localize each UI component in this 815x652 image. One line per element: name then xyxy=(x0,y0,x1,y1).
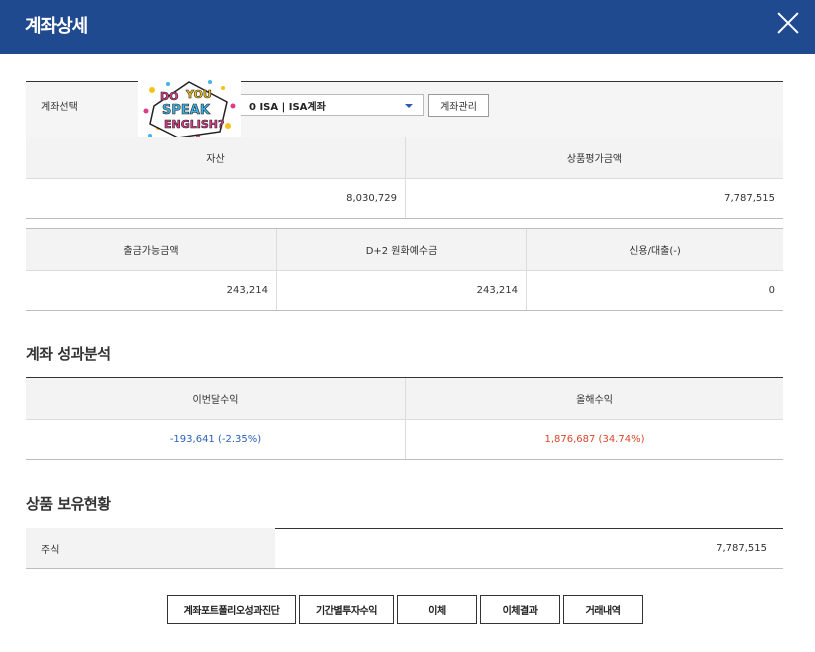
month-return-header: 이번달수익 xyxy=(26,378,405,419)
sticker-text-english: ENGLISH? xyxy=(164,118,224,131)
asset-summary-table: 자산 상품평가금액 8,030,729 7,787,515 xyxy=(26,137,783,219)
withdrawable-header: 출금가능금액 xyxy=(26,229,276,270)
transfer-button[interactable]: 이체 xyxy=(397,595,477,624)
sticker-image: DO YOU SPEAK ENGLISH? xyxy=(138,76,241,142)
deposit-header: D+2 원화예수금 xyxy=(276,229,526,270)
asset-value: 8,030,729 xyxy=(346,192,397,204)
holdings-stock-label: 주식 xyxy=(26,528,275,568)
holdings-stock-value: 7,787,515 xyxy=(275,528,783,568)
transfer-result-button[interactable]: 이체결과 xyxy=(480,595,560,624)
month-return-value: -193,641 (-2.35%) xyxy=(169,433,262,445)
chevron-down-icon xyxy=(405,104,413,108)
close-icon[interactable] xyxy=(776,11,800,35)
performance-table: 이번달수익 올해수익 -193,641 (-2.35%) 1,876,687 (… xyxy=(26,377,783,460)
period-return-button[interactable]: 기간별투자수익 xyxy=(299,595,394,624)
product-eval-header: 상품평가금액 xyxy=(405,137,783,178)
holdings-table: 주식 7,787,515 xyxy=(26,528,783,569)
credit-loan-header: 신용/대출(-) xyxy=(526,229,783,270)
cash-summary-table: 출금가능금액 D+2 원화예수금 신용/대출(-) 243,214 243,21… xyxy=(26,228,783,311)
performance-title: 계좌 성과분석 xyxy=(26,345,111,363)
sticker-text-speak: SPEAK xyxy=(162,103,211,118)
account-dropdown[interactable]: 0 ISA | ISA계좌 xyxy=(226,94,424,116)
credit-loan-value: 0 xyxy=(526,270,783,310)
deposit-value: 243,214 xyxy=(276,270,526,310)
account-dropdown-value: 0 ISA | ISA계좌 xyxy=(249,101,326,113)
action-button-bar: 계좌포트폴리오성과진단 기간별투자수익 이체 이체결과 거래내역 xyxy=(0,595,815,624)
sticker-text-you: YOU xyxy=(185,88,212,101)
year-return-value: 1,876,687 (34.74%) xyxy=(405,419,783,459)
modal-header: 계좌상세 xyxy=(0,0,815,54)
transaction-history-button[interactable]: 거래내역 xyxy=(563,595,643,624)
product-eval-value: 7,787,515 xyxy=(405,178,783,218)
holdings-title: 상품 보유현황 xyxy=(26,495,111,513)
account-select-row: 계좌선택 0 ISA | ISA계좌 계좌관리 DO YOU SPEAK ENG… xyxy=(26,76,783,142)
account-manage-button[interactable]: 계좌관리 xyxy=(428,94,489,117)
sticker-text-do: DO xyxy=(160,90,178,103)
account-select-label: 계좌선택 xyxy=(41,102,78,113)
asset-header: 자산 xyxy=(26,137,405,178)
withdrawable-value: 243,214 xyxy=(226,284,268,296)
year-return-header: 올해수익 xyxy=(405,378,783,419)
modal-title: 계좌상세 xyxy=(25,16,88,37)
portfolio-diagnosis-button[interactable]: 계좌포트폴리오성과진단 xyxy=(167,595,296,624)
